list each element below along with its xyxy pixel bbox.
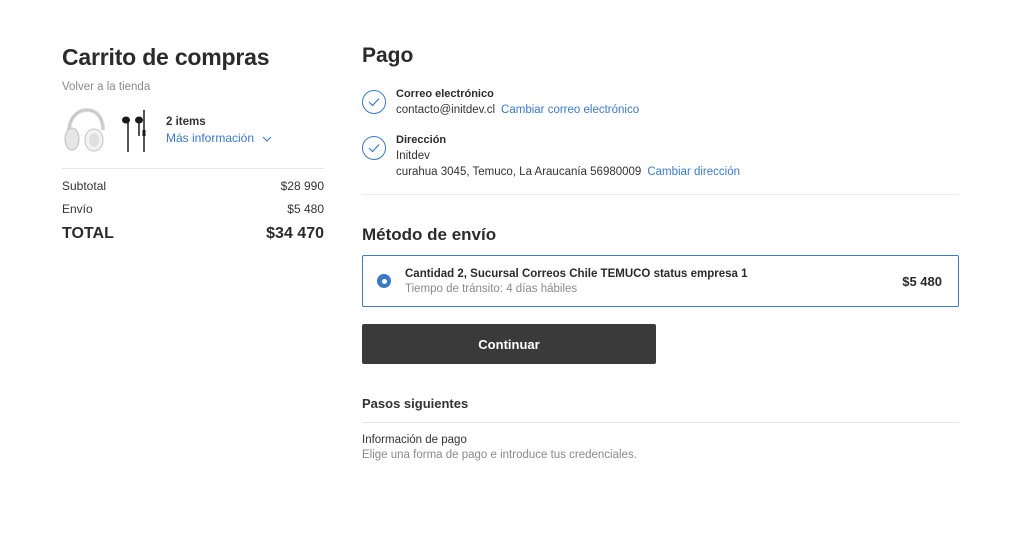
email-step: Correo electrónico contacto@initdev.cl Ca… <box>362 86 959 118</box>
check-circle-icon <box>362 90 386 114</box>
address-value: curahua 3045, Temuco, La Araucanía 56980… <box>396 166 642 178</box>
address-line: curahua 3045, Temuco, La Araucanía 56980… <box>396 164 740 180</box>
total-row: TOTAL $34 470 <box>62 225 324 243</box>
email-line: contacto@initdev.cl Cambiar correo electr… <box>396 102 639 118</box>
divider <box>362 194 959 195</box>
email-label: Correo electrónico <box>396 88 494 100</box>
email-step-body: Correo electrónico contacto@initdev.cl Ca… <box>396 86 639 118</box>
chevron-down-icon <box>262 131 272 145</box>
address-label: Dirección <box>396 134 447 146</box>
shipping-option-time: Tiempo de tránsito: 4 días hábiles <box>405 282 578 295</box>
subtotal-row: Subtotal $28 990 <box>62 179 324 193</box>
total-value: $34 470 <box>266 225 324 242</box>
continue-button[interactable]: Continuar <box>362 324 656 364</box>
cart-summary: Carrito de compras Volver a la tienda 2 … <box>62 44 324 243</box>
radio-selected-icon[interactable] <box>377 274 391 288</box>
more-info-toggle[interactable]: Más información <box>166 131 272 145</box>
address-name: Initdev <box>396 150 430 162</box>
cart-items: 2 items Más información <box>62 104 324 156</box>
items-count: 2 items <box>166 115 206 128</box>
next-step-title: Información de pago <box>362 434 467 446</box>
subtotal-label: Subtotal <box>62 179 107 193</box>
change-email-link[interactable]: Cambiar correo electrónico <box>501 104 639 116</box>
payment-section: Pago Correo electrónico contacto@initdev… <box>362 44 959 461</box>
cart-title: Carrito de compras <box>62 44 270 70</box>
back-to-store-link[interactable]: Volver a la tienda <box>62 81 324 93</box>
shipping-option-price: $5 480 <box>902 273 942 289</box>
next-step-item: Información de pago Elige una forma de p… <box>362 434 959 461</box>
total-label: TOTAL <box>62 225 114 242</box>
earphones-icon <box>118 104 154 156</box>
divider <box>362 422 959 423</box>
items-info: 2 items Más información <box>166 116 272 145</box>
divider <box>62 168 324 169</box>
headphones-icon <box>62 104 108 156</box>
shipping-option-name: Cantidad 2, Sucursal Correos Chile TEMUC… <box>405 267 748 280</box>
next-step-desc: Elige una forma de pago e introduce tus … <box>362 449 637 461</box>
check-circle-icon <box>362 136 386 160</box>
payment-title: Pago <box>362 44 414 67</box>
shipping-label: Envío <box>62 202 93 216</box>
address-step: Dirección Initdev curahua 3045, Temuco, … <box>362 132 959 180</box>
subtotal-value: $28 990 <box>280 179 324 193</box>
shipping-option-text: Cantidad 2, Sucursal Correos Chile TEMUC… <box>405 268 902 295</box>
next-steps-title: Pasos siguientes <box>362 396 469 411</box>
address-step-body: Dirección Initdev curahua 3045, Temuco, … <box>396 132 740 180</box>
change-address-link[interactable]: Cambiar dirección <box>647 166 740 178</box>
shipping-row: Envío $5 480 <box>62 202 324 216</box>
more-info-label: Más información <box>166 130 255 145</box>
email-value: contacto@initdev.cl <box>396 104 496 116</box>
shipping-method-title: Método de envío <box>362 225 497 244</box>
shipping-option[interactable]: Cantidad 2, Sucursal Correos Chile TEMUC… <box>362 255 959 307</box>
shipping-value: $5 480 <box>287 202 324 216</box>
